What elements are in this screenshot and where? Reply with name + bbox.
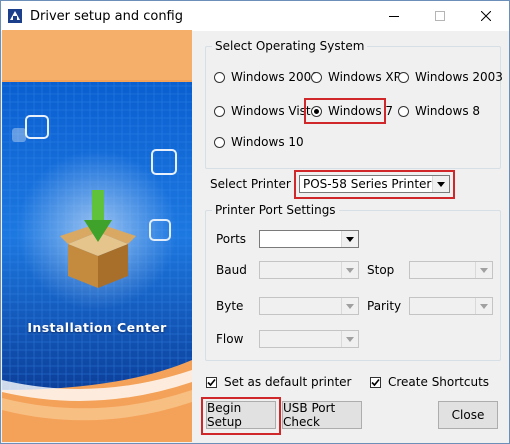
byte-select[interactable] <box>259 297 359 315</box>
flow-label: Flow <box>216 332 244 346</box>
flow-select[interactable] <box>259 330 359 348</box>
chevron-down-icon <box>341 262 358 278</box>
chevron-down-icon <box>475 262 492 278</box>
stop-label: Stop <box>367 263 395 277</box>
create-shortcuts-checkbox[interactable]: Create Shortcuts <box>370 374 489 390</box>
radio-indicator-checked <box>311 105 322 117</box>
radio-indicator <box>311 71 322 83</box>
radio-windows-7[interactable]: Windows 7 <box>311 102 393 120</box>
minimize-icon <box>389 11 399 21</box>
select-printer-label: Select Printer <box>210 177 291 191</box>
radio-windows-2000[interactable]: Windows 2000 <box>214 68 319 86</box>
close-icon <box>481 11 491 21</box>
radio-indicator <box>398 71 409 83</box>
radio-indicator <box>214 136 225 148</box>
driver-setup-window: Driver setup and config Installation Cen… <box>0 0 510 444</box>
window-title: Driver setup and config <box>30 9 183 24</box>
radio-label: Windows 2003 <box>415 70 503 84</box>
checkmark-icon <box>206 376 217 388</box>
create-shortcuts-label: Create Shortcuts <box>388 375 490 389</box>
radio-label: Windows 2000 <box>231 70 319 84</box>
chevron-down-icon <box>432 176 449 192</box>
baud-label: Baud <box>216 263 247 277</box>
default-printer-label: Set as default printer <box>224 375 352 389</box>
parity-select[interactable] <box>409 297 493 315</box>
minimize-button[interactable] <box>371 1 417 31</box>
os-group-legend: Select Operating System <box>212 39 368 53</box>
radio-windows-vista[interactable]: Windows Vista <box>214 102 318 120</box>
radio-label: Windows 8 <box>415 104 481 118</box>
radio-indicator <box>398 105 409 117</box>
download-arrow-icon <box>84 190 112 242</box>
radio-windows-8[interactable]: Windows 8 <box>398 102 480 120</box>
maximize-button[interactable] <box>417 1 463 31</box>
byte-label: Byte <box>216 299 244 313</box>
title-bar[interactable]: Driver setup and config <box>1 1 509 31</box>
radio-indicator <box>214 105 225 117</box>
usb-port-check-button[interactable]: USB Port Check <box>282 401 362 429</box>
radio-label: Windows 7 <box>328 104 394 118</box>
default-printer-checkbox[interactable]: Set as default printer <box>206 374 352 390</box>
chevron-down-icon <box>341 298 358 314</box>
stop-select[interactable] <box>409 261 493 279</box>
radio-windows-10[interactable]: Windows 10 <box>214 133 304 151</box>
installation-banner: Installation Center <box>2 30 192 442</box>
begin-setup-button[interactable]: Begin Setup <box>206 401 276 429</box>
baud-select[interactable] <box>259 261 359 279</box>
close-window-button[interactable] <box>463 1 509 31</box>
port-settings-legend: Printer Port Settings <box>212 203 339 217</box>
radio-indicator <box>214 71 225 83</box>
chevron-down-icon <box>475 298 492 314</box>
maximize-icon <box>435 11 445 21</box>
ports-select[interactable] <box>259 230 359 248</box>
checkmark-icon <box>370 376 381 388</box>
printer-select-value: POS-58 Series Printer <box>303 177 432 191</box>
parity-label: Parity <box>367 299 402 313</box>
chevron-down-icon <box>341 331 358 347</box>
radio-windows-xp[interactable]: Windows XP <box>311 68 401 86</box>
radio-windows-2003[interactable]: Windows 2003 <box>398 68 503 86</box>
radio-label: Windows XP <box>328 70 401 84</box>
printer-app-icon <box>7 8 23 24</box>
close-button[interactable]: Close <box>438 401 498 429</box>
ports-label: Ports <box>216 232 247 246</box>
banner-title: Installation Center <box>27 320 167 335</box>
printer-select[interactable]: POS-58 Series Printer <box>299 175 450 193</box>
radio-label: Windows 10 <box>231 135 304 149</box>
chevron-down-icon <box>341 231 358 247</box>
